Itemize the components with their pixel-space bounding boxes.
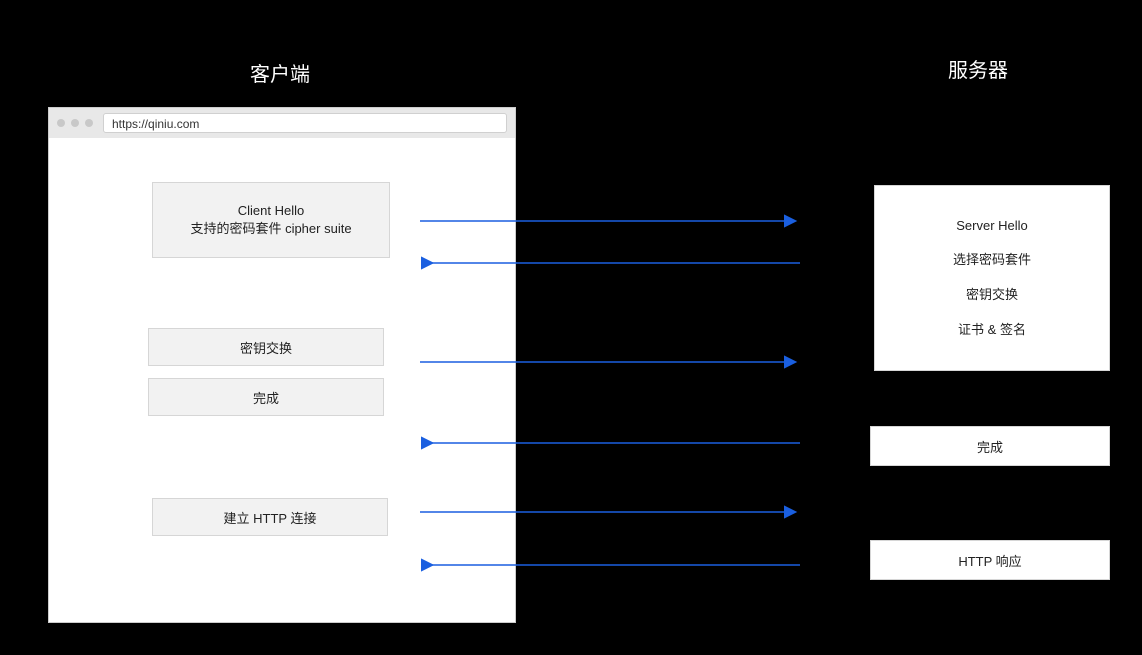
server-cipher-choice: 选择密码套件 [953,249,1031,268]
window-dot-max [85,119,93,127]
server-key-exchange: 密钥交换 [966,284,1018,303]
window-dot-min [71,119,79,127]
client-hello-sub: 支持的密码套件 cipher suite [190,218,351,237]
server-header: 服务器 [948,54,1008,83]
client-key-exchange-box: 密钥交换 [148,328,384,366]
client-http-label: 建立 HTTP 连接 [224,508,317,527]
client-hello-title: Client Hello [238,203,304,218]
server-http-response-box: HTTP 响应 [870,540,1110,580]
server-done-box: 完成 [870,426,1110,466]
server-hello-title: Server Hello [956,218,1028,233]
server-hello-box: Server Hello 选择密码套件 密钥交换 证书 & 签名 [874,185,1110,371]
browser-titlebar: https://qiniu.com [49,108,515,138]
server-done-label: 完成 [977,437,1003,456]
client-key-exchange-label: 密钥交换 [240,338,292,357]
server-http-response-label: HTTP 响应 [958,551,1021,570]
client-http-box: 建立 HTTP 连接 [152,498,388,536]
url-bar: https://qiniu.com [103,113,507,133]
server-cert-sign: 证书 & 签名 [958,319,1026,338]
client-header: 客户端 [250,58,310,87]
client-done-box: 完成 [148,378,384,416]
client-hello-box: Client Hello 支持的密码套件 cipher suite [152,182,390,258]
client-done-label: 完成 [253,388,279,407]
window-dot-close [57,119,65,127]
